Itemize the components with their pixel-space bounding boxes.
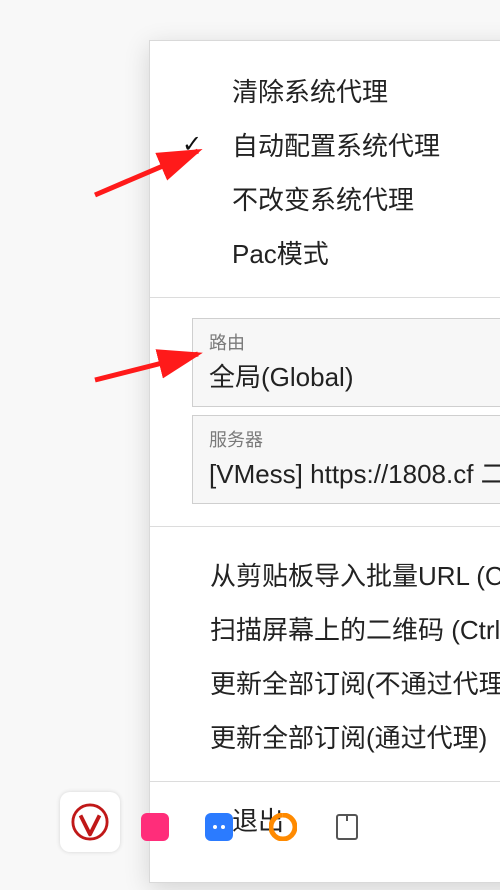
route-label: 路由 (209, 329, 500, 355)
tray-app-chip[interactable] (60, 792, 120, 852)
tray-context-menu: 清除系统代理 自动配置系统代理 不改变系统代理 Pac模式 路由 全局(Glob… (149, 40, 500, 883)
menu-item-update-subs-proxy[interactable]: 更新全部订阅(通过代理) (210, 711, 500, 765)
menu-item-label: 清除系统代理 (232, 77, 388, 107)
server-value: [VMess] https://1808.cf 二 (209, 454, 500, 491)
pink-app-icon[interactable] (140, 812, 170, 842)
route-value: 全局(Global) (209, 357, 500, 394)
server-label: 服务器 (209, 426, 500, 452)
taskbar-icons (140, 812, 362, 842)
menu-separator (150, 297, 500, 298)
menu-item-update-subs-noproxy[interactable]: 更新全部订阅(不通过代理) (210, 657, 500, 711)
menu-item-keep-proxy[interactable]: 不改变系统代理 (210, 173, 500, 227)
route-field[interactable]: 路由 全局(Global) (192, 318, 500, 407)
menu-item-label: 更新全部订阅(通过代理) (210, 723, 487, 753)
menu-item-clear-proxy[interactable]: 清除系统代理 (210, 65, 500, 119)
chat-icon[interactable] (204, 812, 234, 842)
menu-item-label: 从剪贴板导入批量URL (Ctrl (210, 561, 500, 591)
menu-item-pac-mode[interactable]: Pac模式 (210, 227, 500, 281)
menu-item-label: 更新全部订阅(不通过代理) (210, 669, 500, 699)
menu-item-import-clipboard[interactable]: 从剪贴板导入批量URL (Ctrl (210, 549, 500, 603)
v2ray-icon (71, 803, 109, 841)
menu-item-label: Pac模式 (232, 239, 329, 269)
proxy-mode-section: 清除系统代理 自动配置系统代理 不改变系统代理 Pac模式 (150, 65, 500, 281)
menu-item-label: 自动配置系统代理 (232, 131, 440, 161)
server-field[interactable]: 服务器 [VMess] https://1808.cf 二 (192, 415, 500, 504)
menu-item-label: 扫描屏幕上的二维码 (Ctrl+S (210, 615, 500, 645)
orange-app-icon[interactable] (268, 812, 298, 842)
menu-item-auto-proxy[interactable]: 自动配置系统代理 (210, 119, 500, 173)
actions-section: 从剪贴板导入批量URL (Ctrl 扫描屏幕上的二维码 (Ctrl+S 更新全部… (150, 527, 500, 765)
menu-item-label: 不改变系统代理 (232, 185, 414, 215)
page-icon[interactable] (332, 812, 362, 842)
menu-item-scan-qr[interactable]: 扫描屏幕上的二维码 (Ctrl+S (210, 603, 500, 657)
